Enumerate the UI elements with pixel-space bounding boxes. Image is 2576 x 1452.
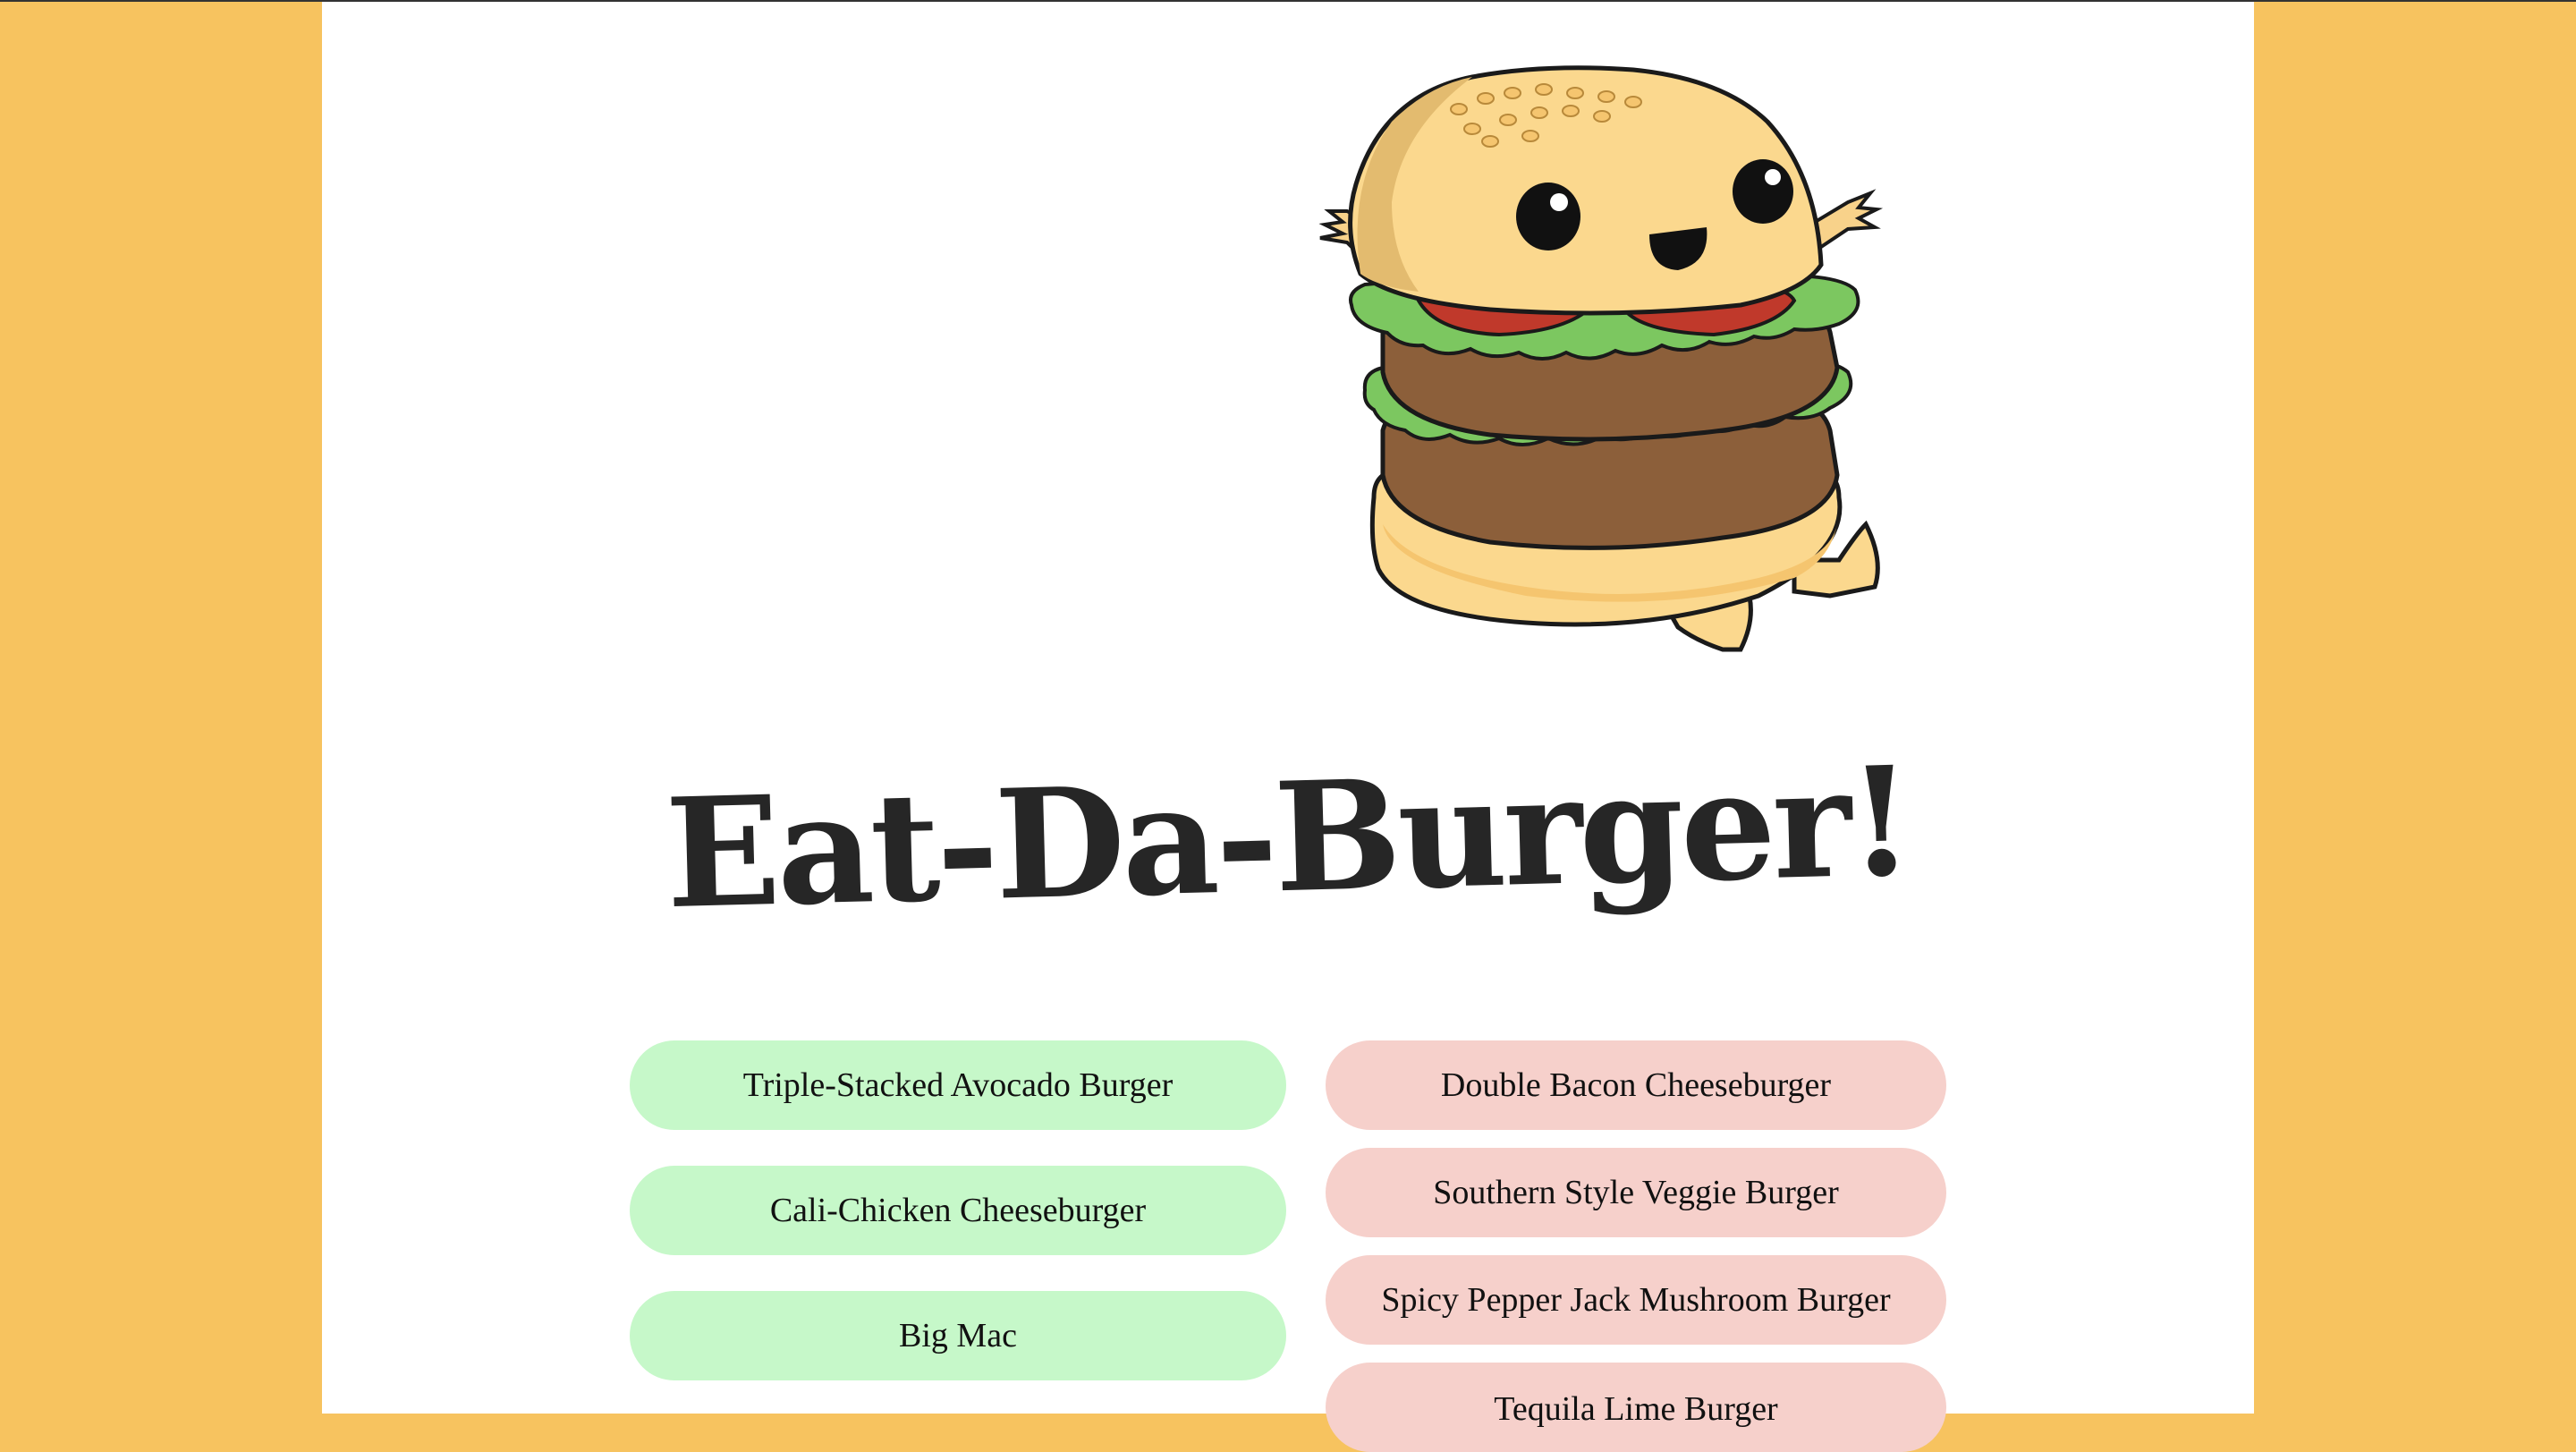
devoured-burger-item: Double Bacon Cheeseburger bbox=[1326, 1040, 1946, 1130]
burger-to-eat-button[interactable]: Triple-Stacked Avocado Burger bbox=[630, 1040, 1286, 1130]
burger-mascot-icon bbox=[1258, 23, 1964, 718]
burger-to-eat-button[interactable]: Big Mac bbox=[630, 1291, 1286, 1380]
burger-to-eat-button[interactable]: Cali-Chicken Cheeseburger bbox=[630, 1166, 1286, 1255]
devoured-burger-item: Tequila Lime Burger bbox=[1326, 1363, 1946, 1452]
page-title: Eat-Da-Burger! bbox=[663, 732, 1913, 943]
devoured-burger-item: Southern Style Veggie Burger bbox=[1326, 1148, 1946, 1237]
page-container: Eat-Da-Burger! Triple-Stacked Avocado Bu… bbox=[322, 2, 2254, 1452]
devoured-burger-item: Spicy Pepper Jack Mushroom Burger bbox=[1326, 1255, 1946, 1345]
